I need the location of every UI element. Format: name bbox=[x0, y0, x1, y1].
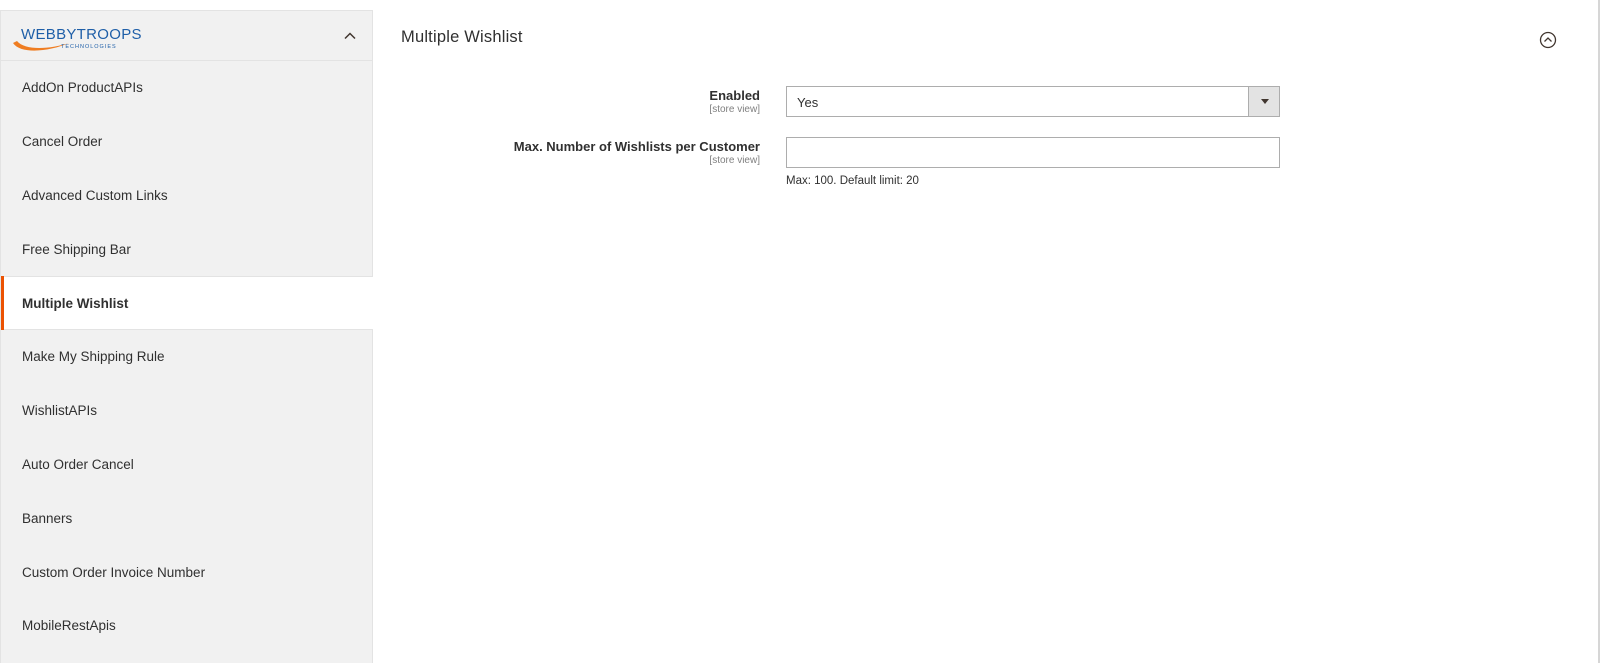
max-wishlists-input[interactable] bbox=[786, 137, 1280, 168]
config-sidebar: WEBBYTROOPS TECHNOLOGIES AddOn ProductAP… bbox=[0, 10, 373, 663]
sidebar-item-free-shipping-bar[interactable]: Free Shipping Bar bbox=[1, 222, 372, 276]
sidebar-item-label: AddOn ProductAPIs bbox=[22, 80, 143, 96]
sidebar-item-addon-productapis[interactable]: AddOn ProductAPIs bbox=[1, 61, 372, 115]
sidebar-item-label: Cancel Order bbox=[22, 134, 103, 150]
sidebar-item-label: Auto Order Cancel bbox=[22, 456, 134, 472]
enabled-label: Enabled [store view] bbox=[709, 88, 760, 115]
sidebar-item-wishlistapis[interactable]: WishlistAPIs bbox=[1, 384, 372, 438]
sidebar-item-label: Make My Shipping Rule bbox=[22, 349, 165, 365]
enabled-select-value: Yes bbox=[797, 95, 819, 110]
enabled-label-text: Enabled bbox=[709, 88, 760, 103]
logo-sub-text: TECHNOLOGIES bbox=[61, 44, 117, 50]
chevron-up-icon[interactable] bbox=[342, 28, 358, 44]
sidebar-item-label: Free Shipping Bar bbox=[22, 241, 131, 257]
sidebar-item-cancel-order[interactable]: Cancel Order bbox=[1, 115, 372, 169]
max-wishlists-scope-text: [store view] bbox=[709, 155, 760, 166]
sidebar-item-label: Custom Order Invoice Number bbox=[22, 564, 206, 580]
sidebar-menu: AddOn ProductAPIs Cancel Order Advanced … bbox=[1, 61, 373, 653]
config-section: Multiple Wishlist Enabled [store view] Y… bbox=[373, 0, 1600, 663]
max-wishlists-label-text: Max. Number of Wishlists per Customer bbox=[513, 139, 760, 154]
sidebar-item-multiple-wishlist[interactable]: Multiple Wishlist bbox=[1, 276, 373, 330]
max-wishlists-note: Max: 100. Default limit: 20 bbox=[786, 175, 919, 187]
select-arrow-button[interactable] bbox=[1248, 87, 1279, 116]
sidebar-item-mobilerestapis[interactable]: MobileRestApis bbox=[1, 599, 372, 653]
sidebar-header[interactable]: WEBBYTROOPS TECHNOLOGIES bbox=[1, 11, 372, 61]
webbytroops-logo: WEBBYTROOPS TECHNOLOGIES bbox=[13, 26, 142, 51]
sidebar-item-label: Multiple Wishlist bbox=[22, 295, 129, 311]
sidebar-item-label: WishlistAPIs bbox=[22, 403, 98, 419]
sidebar-item-label: MobileRestApis bbox=[22, 618, 116, 634]
sidebar-item-label: Banners bbox=[22, 510, 73, 526]
sidebar-item-advanced-custom-links[interactable]: Advanced Custom Links bbox=[1, 169, 372, 223]
enabled-scope-text: [store view] bbox=[709, 104, 760, 115]
section-title[interactable]: Multiple Wishlist bbox=[401, 28, 523, 47]
logo-main-text: WEBBYTROOPS bbox=[21, 26, 142, 43]
sidebar-item-banners[interactable]: Banners bbox=[1, 491, 372, 545]
sidebar-item-auto-order-cancel[interactable]: Auto Order Cancel bbox=[1, 438, 372, 492]
sidebar-item-custom-order-invoice-number[interactable]: Custom Order Invoice Number bbox=[1, 545, 372, 599]
enabled-select[interactable]: Yes bbox=[786, 86, 1280, 117]
sidebar-item-make-my-shipping-rule[interactable]: Make My Shipping Rule bbox=[1, 330, 372, 384]
sidebar-item-label: Advanced Custom Links bbox=[22, 187, 168, 203]
caret-down-icon bbox=[1261, 99, 1269, 104]
collapse-circle-icon[interactable] bbox=[1539, 31, 1557, 49]
max-wishlists-label: Max. Number of Wishlists per Customer [s… bbox=[514, 139, 760, 166]
